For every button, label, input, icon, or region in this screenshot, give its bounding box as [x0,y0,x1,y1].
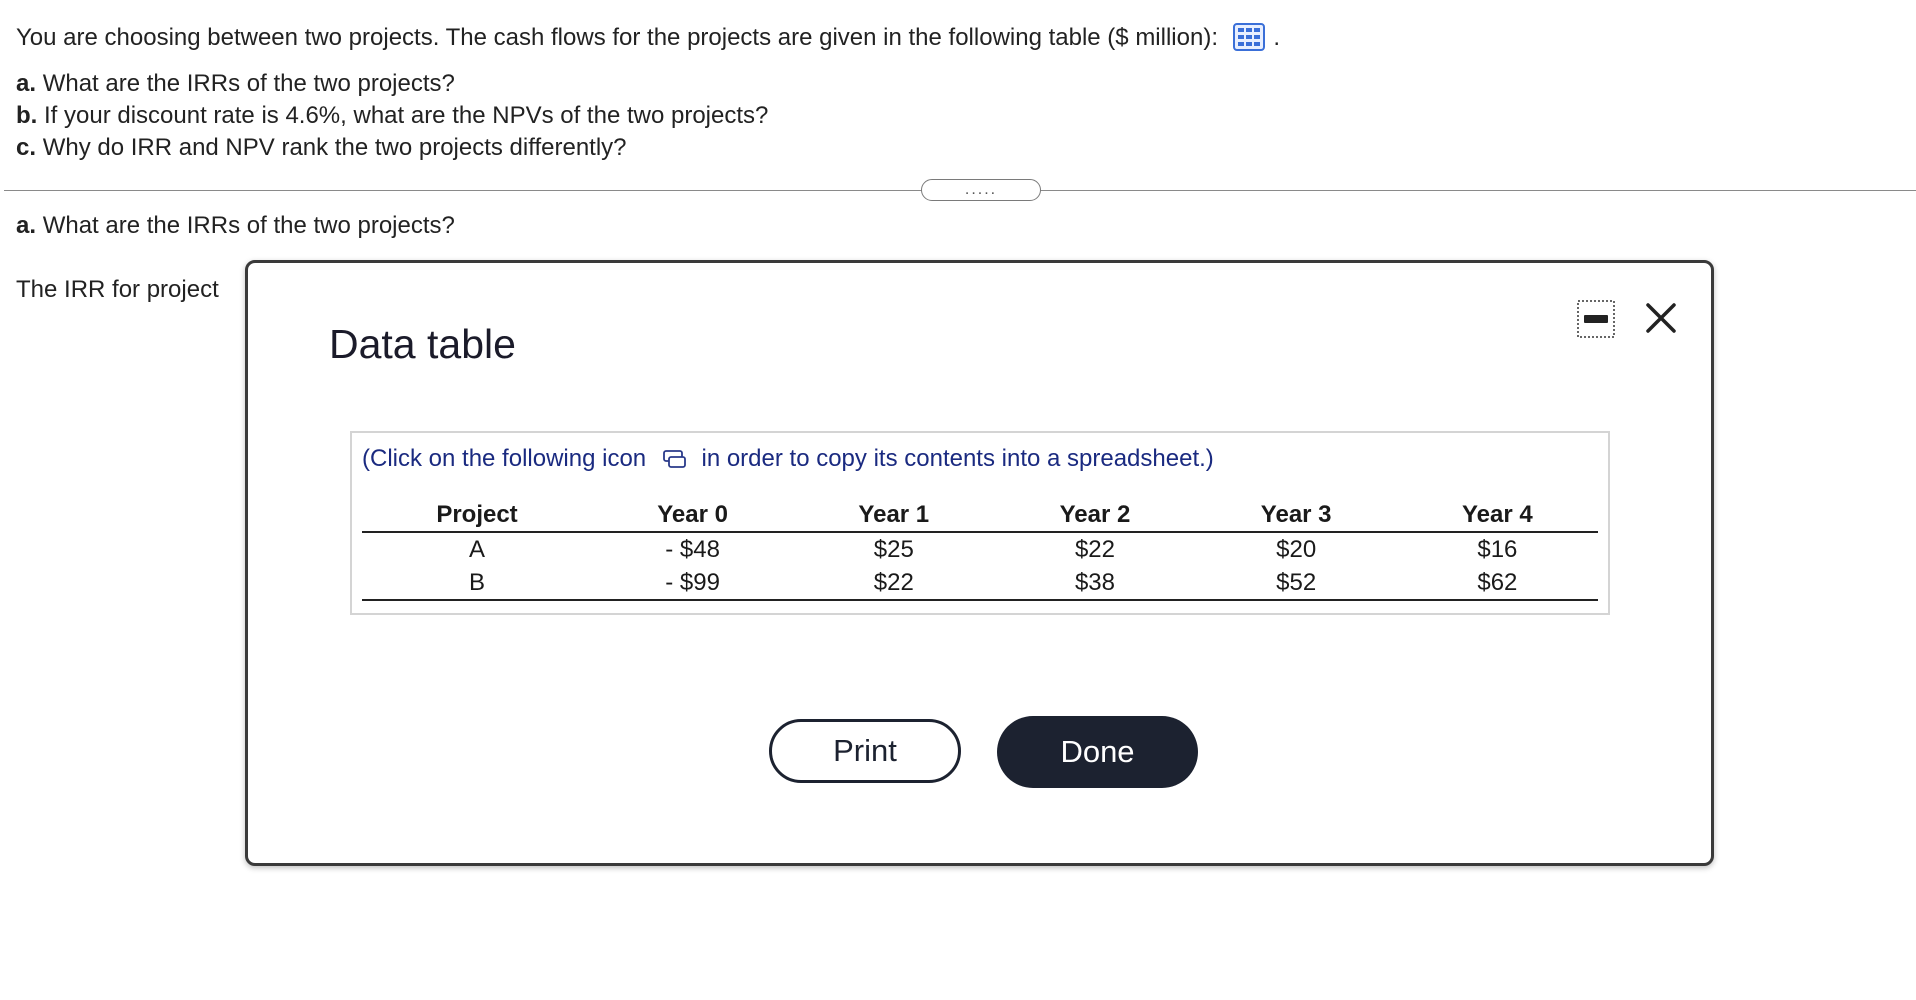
done-button[interactable]: Done [997,716,1198,788]
table-cell: $22 [793,566,995,601]
data-table-container: (Click on the following icon in order to… [350,431,1610,615]
close-icon [1646,303,1676,333]
copy-note-after: in order to copy its contents into a spr… [701,445,1214,472]
table-row: A - $48 $25 $22 $20 $16 [362,532,1598,566]
column-header: Year 2 [994,499,1196,533]
irr-prompt: The IRR for project [16,276,219,303]
cash-flow-table: Project Year 0 Year 1 Year 2 Year 3 Year… [362,499,1598,601]
part-label: c. [16,134,37,161]
data-table-dialog: Data table (Click on the following icon … [245,260,1714,866]
part-text: What are the IRRs of the two projects? [42,70,455,97]
table-cell: - $99 [592,566,794,601]
question-intro: You are choosing between two projects. T… [16,22,1280,60]
close-button[interactable] [1640,297,1682,339]
copy-note-before: (Click on the following icon [362,445,647,472]
minimize-icon [1577,300,1615,338]
table-cell: - $48 [665,535,720,563]
dialog-title: Data table [329,321,516,367]
column-header: Year 0 [592,499,794,533]
table-row: B - $99 $22 $38 $52 $62 [362,566,1598,601]
part-text: Why do IRR and NPV rank the two projects… [42,134,627,161]
part-label: a. [16,212,37,239]
column-header: Year 1 [793,499,995,533]
answer-section-heading: a. What are the IRRs of the two projects… [16,212,455,240]
question-block: You are choosing between two projects. T… [16,22,1280,164]
table-cell: $22 [1074,535,1115,563]
table-header-row: Project Year 0 Year 1 Year 2 Year 3 Year… [362,499,1598,533]
part-text: What are the IRRs of the two projects? [42,212,455,239]
table-grid-icon[interactable] [1232,23,1265,60]
question-intro-text: You are choosing between two projects. T… [16,24,1218,51]
table-cell: $16 [1477,535,1518,563]
column-header: Year 4 [1396,499,1598,533]
column-header: Year 3 [1195,499,1397,533]
expand-toggle-button[interactable]: ..... [921,179,1041,201]
table-cell: A [468,535,485,563]
question-part-a: a. What are the IRRs of the two projects… [16,68,1280,100]
print-button[interactable]: Print [769,719,961,783]
table-cell: $25 [873,535,914,563]
table-cell: $20 [1276,535,1317,563]
question-intro-suffix: . [1273,24,1281,51]
copy-instruction: (Click on the following icon in order to… [362,445,1214,476]
table-cell: $62 [1396,566,1598,601]
part-label: a. [16,70,37,97]
part-label: b. [16,102,38,129]
question-part-c: c. Why do IRR and NPV rank the two proje… [16,132,1280,164]
question-part-b: b. If your discount rate is 4.6%, what a… [16,100,1280,132]
copy-to-spreadsheet-icon[interactable] [662,448,687,476]
minimize-button[interactable] [1576,299,1616,339]
table-cell: B [362,566,592,601]
part-text: If your discount rate is 4.6%, what are … [44,102,769,129]
table-cell: $38 [994,566,1196,601]
column-header: Project [362,499,592,533]
table-cell: $52 [1195,566,1397,601]
